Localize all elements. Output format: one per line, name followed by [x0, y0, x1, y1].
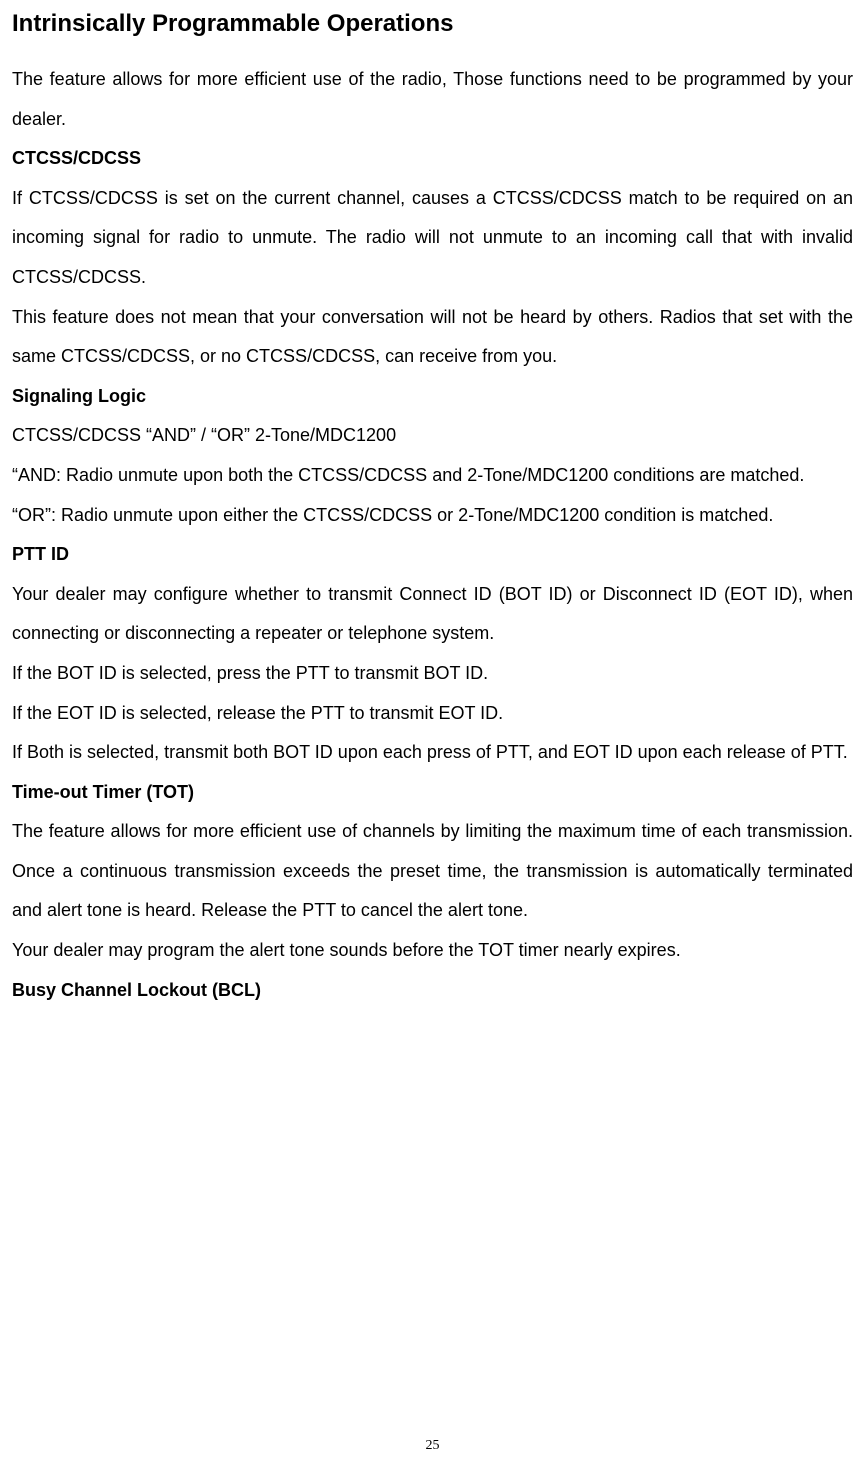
signaling-paragraph-2: “AND: Radio unmute upon both the CTCSS/C…	[12, 456, 853, 496]
tot-paragraph-2: Your dealer may program the alert tone s…	[12, 931, 853, 971]
pttid-paragraph-4: If Both is selected, transmit both BOT I…	[12, 733, 853, 773]
page-heading: Intrinsically Programmable Operations	[12, 10, 853, 38]
pttid-paragraph-2: If the BOT ID is selected, press the PTT…	[12, 654, 853, 694]
signaling-paragraph-3: “OR”: Radio unmute upon either the CTCSS…	[12, 496, 853, 536]
page-number: 25	[0, 1438, 865, 1454]
ctcss-paragraph-1: If CTCSS/CDCSS is set on the current cha…	[12, 179, 853, 298]
tot-heading: Time-out Timer (TOT)	[12, 773, 853, 813]
intro-paragraph: The feature allows for more efficient us…	[12, 60, 853, 139]
pttid-paragraph-3: If the EOT ID is selected, release the P…	[12, 694, 853, 734]
ctcss-paragraph-2: This feature does not mean that your con…	[12, 298, 853, 377]
pttid-paragraph-1: Your dealer may configure whether to tra…	[12, 575, 853, 654]
pttid-heading: PTT ID	[12, 535, 853, 575]
ctcss-heading: CTCSS/CDCSS	[12, 139, 853, 179]
bcl-heading: Busy Channel Lockout (BCL)	[12, 971, 853, 1011]
tot-paragraph-1: The feature allows for more efficient us…	[12, 812, 853, 931]
signaling-heading: Signaling Logic	[12, 377, 853, 417]
signaling-paragraph-1: CTCSS/CDCSS “AND” / “OR” 2-Tone/MDC1200	[12, 416, 853, 456]
